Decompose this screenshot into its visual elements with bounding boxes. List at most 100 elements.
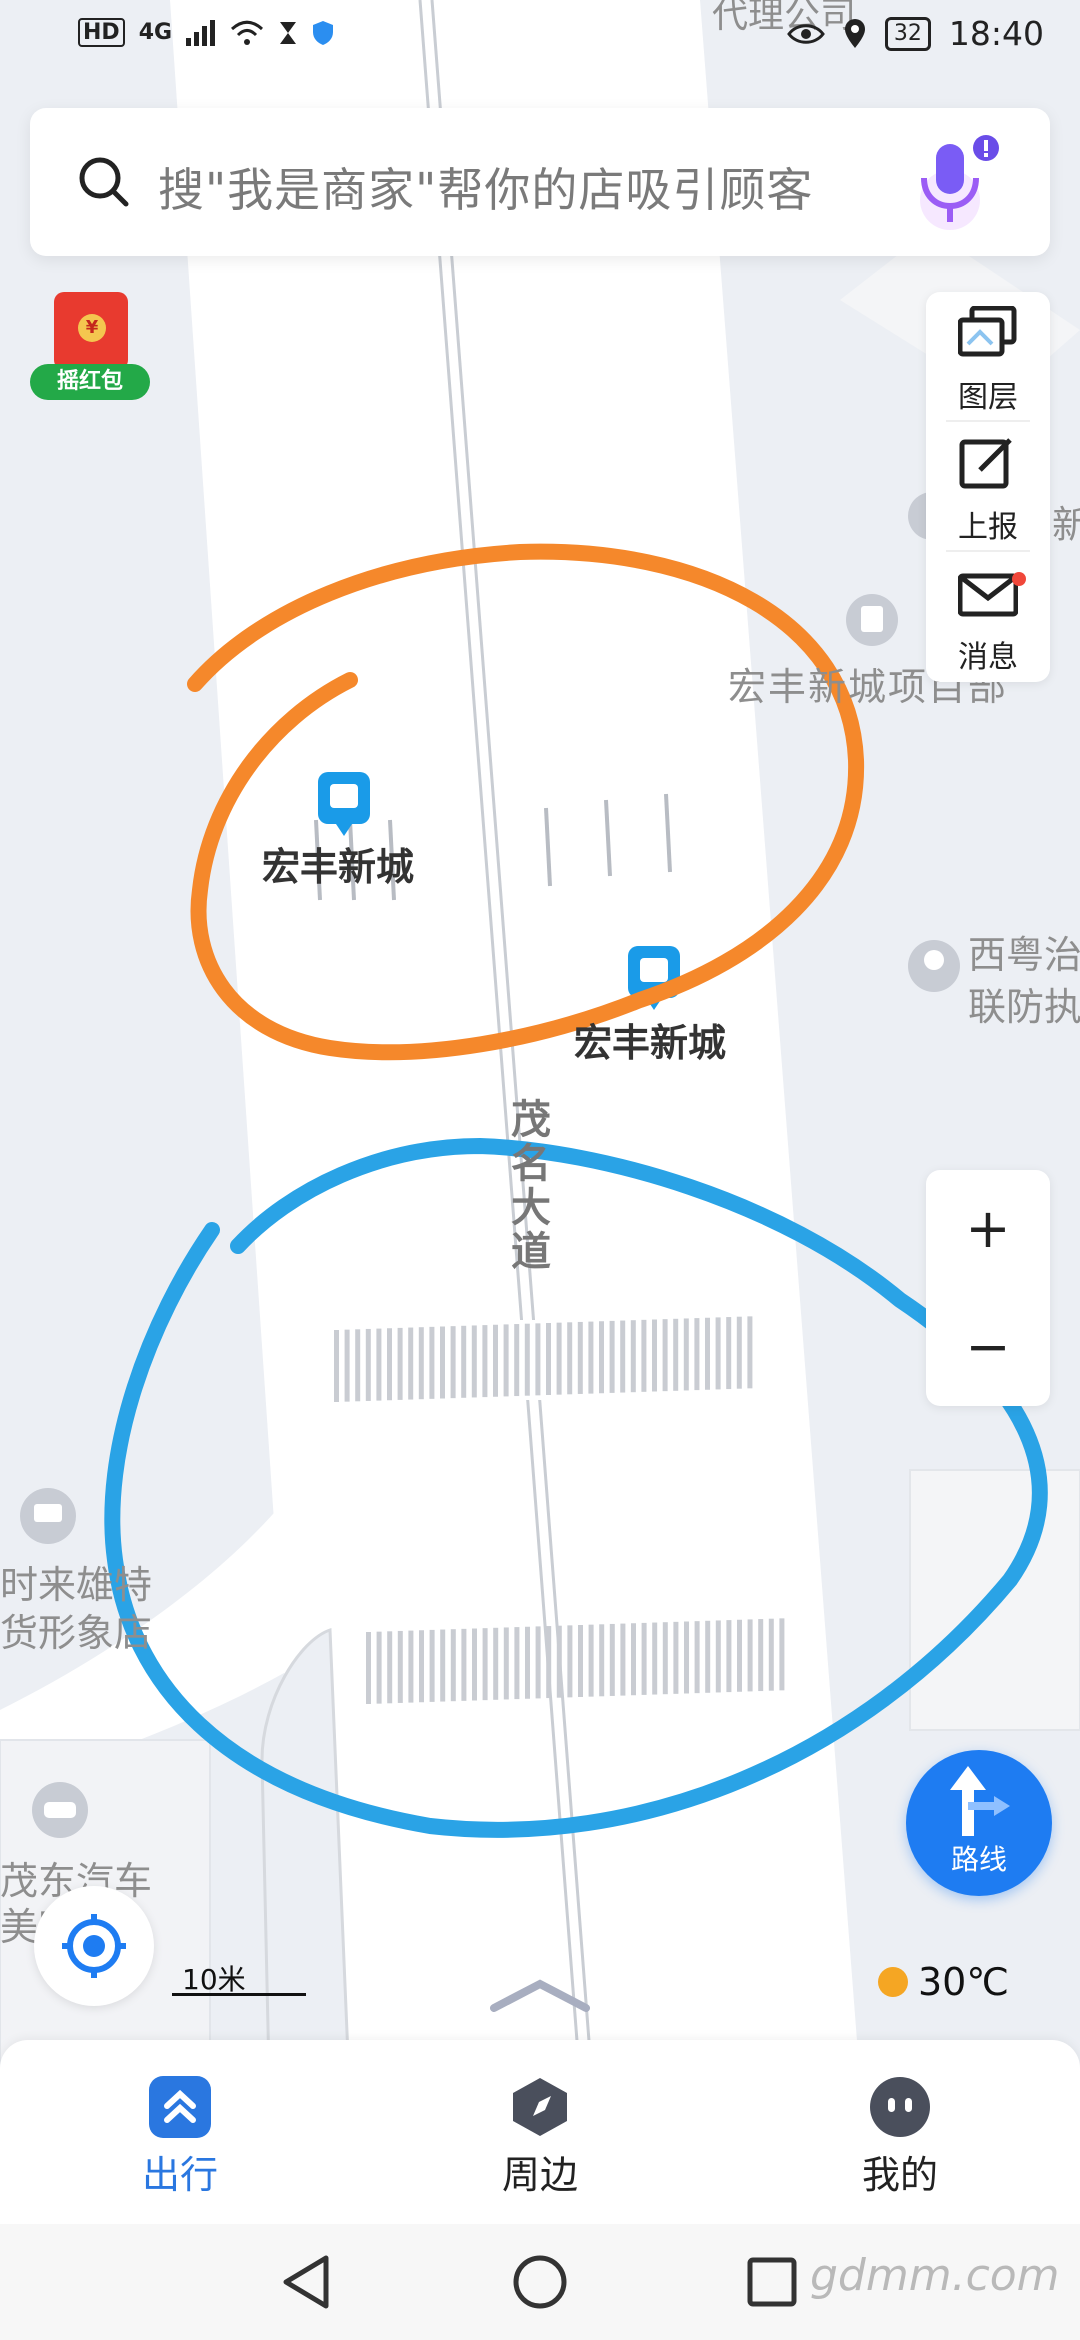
crosswalk-stripe [334,1330,339,1402]
crosswalk-stripe [471,1325,477,1398]
crosswalk-stripe [588,1321,594,1394]
scale-bar [172,1993,306,1996]
crosswalk-stripe [726,1620,732,1693]
crosswalk-stripe [662,1319,668,1392]
crosswalk-stripe [747,1316,753,1389]
nav-tab-mine[interactable]: 我的 [780,2040,1020,2224]
crosswalk-stripe [524,1323,530,1396]
report-button[interactable]: 上报 [926,422,1050,550]
crosswalk-stripe [641,1319,647,1392]
message-icon [958,573,1018,617]
hourglass-icon [280,21,297,44]
nav-tab-travel[interactable]: 出行 [60,2040,300,2224]
poi-project-marker [846,594,898,646]
crosswalk-stripe [514,1627,520,1700]
crosswalk-stripe [429,1326,435,1399]
sun-icon [878,1967,908,1997]
label-road: 茂名大道 [504,1098,550,1274]
zoom-out-button[interactable]: − [926,1320,1050,1374]
crosswalk-stripe [736,1316,742,1389]
crosswalk-stripe [609,1623,615,1696]
crosswalk-stripe [578,1625,583,1697]
crosswalk-stripe [482,1628,488,1701]
poi-west-marker [908,940,960,992]
status-left: HD 4G [78,18,334,47]
crosswalk-stripe [344,1329,350,1402]
crosswalk-stripe [768,1618,774,1691]
poi-car-marker [32,1782,88,1838]
crosswalk-stripe [376,1631,382,1704]
crosswalk-stripe [503,1324,509,1397]
layers-button[interactable]: 图层 [926,292,1050,420]
crosswalk-stripe [503,1627,509,1700]
crosswalk-stripe [461,1628,467,1701]
crosswalk-stripe [535,1323,541,1396]
crosswalk-stripe [747,1619,753,1692]
temperature: 30℃ [918,1960,1010,2004]
crosswalk-stripe [376,1328,382,1401]
status-right: 32 18:40 [787,14,1044,53]
voice-microphone-icon[interactable] [910,134,1002,234]
crosswalk-stripe [737,1619,742,1692]
crosswalk-stripe [779,1618,785,1691]
crosswalk-stripe [429,1629,435,1702]
search-input[interactable]: 搜"我是商家"帮你的店吸引顾客 [158,154,813,220]
crosswalk-stripe [514,1324,520,1397]
crosswalk-stripe [493,1627,499,1700]
shield-icon [313,20,334,45]
nav-tab-nearby[interactable]: 周边 [420,2040,660,2224]
message-button[interactable]: 消息 [926,552,1050,680]
compass-icon [513,2078,567,2136]
crosswalk-stripe [535,1626,541,1699]
red-packet-label: 摇红包 [30,364,150,400]
crosswalk-stripe [556,1625,562,1698]
locate-me-button[interactable] [34,1886,154,2006]
shake-red-packet-button[interactable]: ¥ 摇红包 [24,292,156,404]
crosswalk-stripe [630,1320,636,1393]
crosswalk-stripe [620,1320,626,1393]
crosswalk-stripe [705,1620,711,1693]
back-icon[interactable] [278,2252,338,2312]
weather-widget[interactable]: 30℃ [878,1960,1009,2004]
crosswalk-stripe [408,1327,414,1400]
crosswalk-stripe [715,1620,721,1693]
crosswalk-stripe [440,1326,445,1399]
crosswalk-stripe [577,1321,583,1394]
report-icon [959,438,1012,489]
search-bar[interactable]: 搜"我是商家"帮你的店吸引顾客 [30,108,1050,256]
crosshair-icon [62,1914,126,1978]
crosswalk-stripe [652,1319,657,1392]
home-icon[interactable] [510,2252,570,2312]
crosswalk-stripe [408,1630,414,1703]
search-icon [79,157,129,207]
crosswalk-stripe [567,1625,573,1698]
watermark: gdmm.com [810,2250,1060,2301]
map-tools-panel: 图层 上报 消息 [926,292,1050,682]
route-label: 路线 [950,1843,1007,1876]
profile-face-icon [870,2077,930,2137]
wifi-icon [231,20,264,45]
crosswalk-stripe [355,1329,361,1402]
crosswalk-stripe [726,1317,732,1390]
clock: 18:40 [948,14,1044,53]
crosswalk-stripe [641,1622,647,1695]
crosswalk-stripe [440,1629,446,1702]
crosswalk-stripe [387,1631,393,1704]
label-west-top: 西粤治 [968,933,1080,977]
crosswalk-stripe [450,1629,456,1702]
crosswalk-stripe [472,1628,477,1701]
route-button[interactable]: 路线 [906,1750,1052,1896]
crosswalk-stripe [450,1326,456,1399]
crosswalk-stripe [588,1624,594,1697]
zoom-in-button[interactable]: + [926,1202,1050,1256]
crosswalk-stripe [758,1619,764,1692]
layers-label: 图层 [958,380,1018,415]
label-shop-line2: 货形象店 [0,1611,153,1655]
crosswalk-stripe [546,1323,551,1395]
crosswalk-stripe [599,1321,604,1394]
recents-icon[interactable] [742,2252,802,2312]
expand-panel-chevron-icon[interactable] [490,1978,590,2012]
location-pin-icon [844,18,865,48]
crosswalk-stripe [418,1327,424,1400]
label-shop-line1: 时来雄特 [0,1563,153,1607]
